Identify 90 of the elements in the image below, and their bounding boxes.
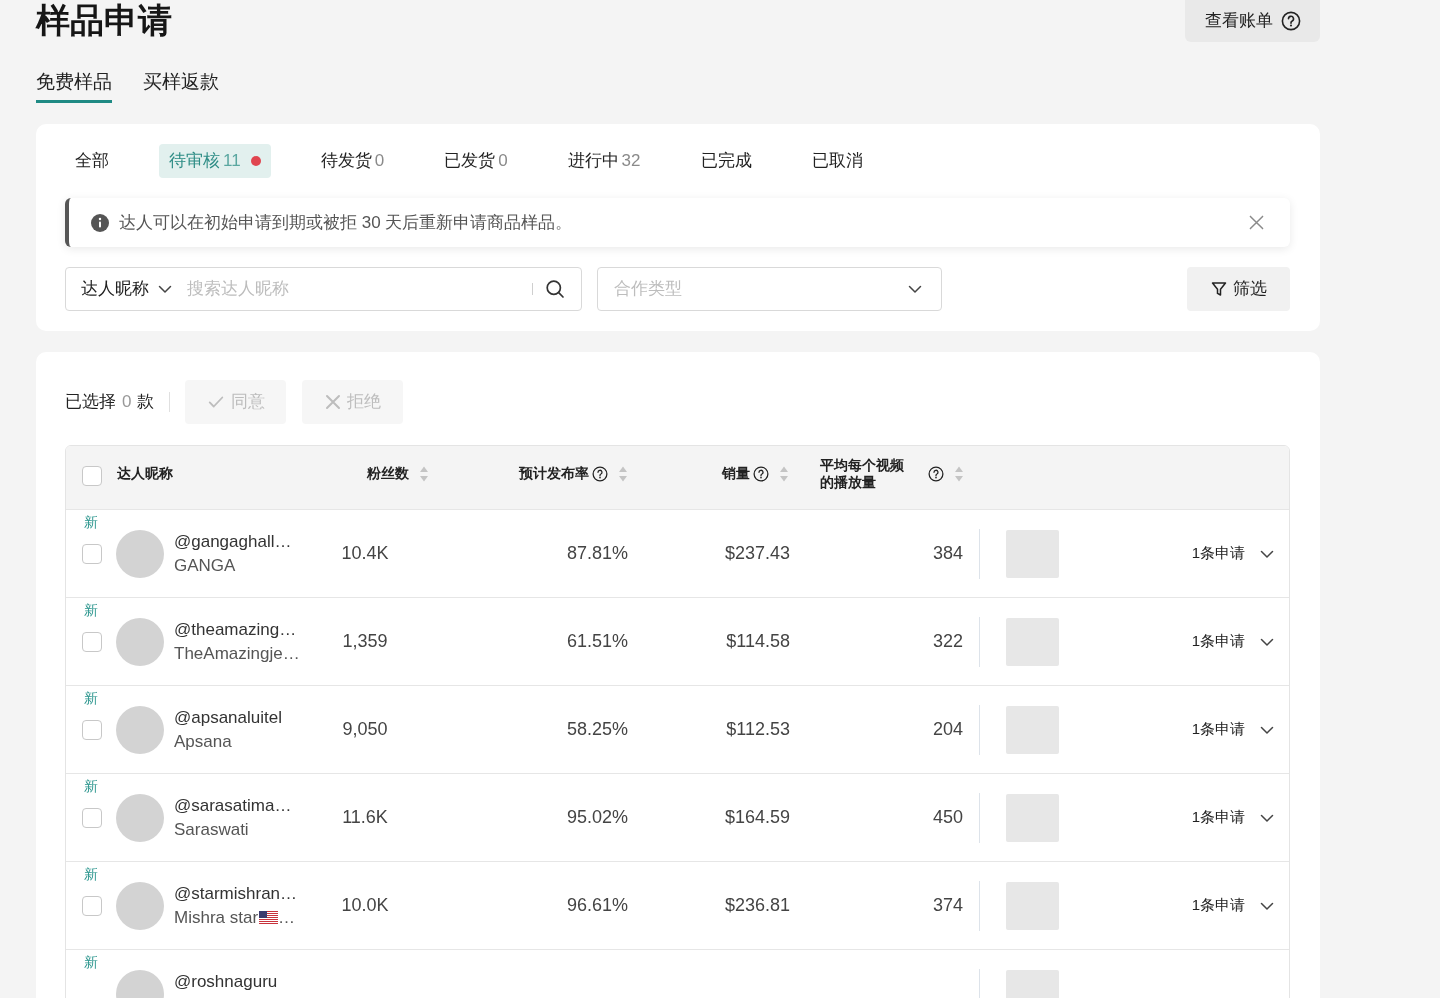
scope-dropdown[interactable]: 达人昵称 <box>81 276 173 302</box>
notice-text: 达人可以在初始申请到期或被拒 30 天后重新申请商品样品。 <box>119 211 574 234</box>
status-tab[interactable]: 待审核 11 <box>159 144 271 178</box>
sales-amount: $164.59 <box>724 807 790 827</box>
filter-icon <box>1210 281 1227 297</box>
requests-toggle[interactable]: 1条申请 <box>1191 718 1275 741</box>
post-rate: 61.51% <box>566 631 628 651</box>
requests-toggle[interactable]: 1条申请 <box>1191 894 1275 917</box>
row-checkbox[interactable] <box>82 632 102 652</box>
info-icon <box>91 213 109 232</box>
status-tab[interactable]: 进行中 32 <box>557 144 651 178</box>
followers-count: 10.0K <box>341 895 389 915</box>
sort-icon[interactable] <box>954 464 964 483</box>
column-header: 平均每个视频的播放量 <box>820 456 905 491</box>
help-icon <box>1280 11 1301 31</box>
main-tab[interactable]: 买样返款 <box>143 62 219 103</box>
select-all-checkbox[interactable] <box>82 465 102 486</box>
followers-count: 11.6K <box>342 807 388 827</box>
product-photo-placeholder <box>1006 617 1059 666</box>
sort-icon[interactable] <box>419 464 429 483</box>
close-icon[interactable] <box>1249 215 1264 230</box>
column-header: 预计发布率 <box>519 465 589 482</box>
row-checkbox[interactable] <box>82 808 102 828</box>
post-rate: 87.81% <box>566 543 628 563</box>
requests-toggle[interactable]: 1条申请 <box>1191 542 1275 565</box>
requests-toggle[interactable]: 1条申请 <box>1191 806 1275 829</box>
avatar-placeholder <box>116 793 164 842</box>
new-tag: 新 <box>84 601 109 619</box>
sales-amount: $236.81 <box>724 895 790 915</box>
sales-amount: $112.53 <box>726 719 790 739</box>
average-views: 384 <box>932 543 963 563</box>
avatar-placeholder <box>116 617 164 666</box>
new-tag: 新 <box>84 689 109 707</box>
new-tag: 新 <box>84 953 109 971</box>
creator-handle[interactable]: @roshnaguru <box>174 969 278 994</box>
product-photo-placeholder <box>1006 705 1059 754</box>
filter-button[interactable]: 筛选 <box>1187 267 1290 311</box>
followers-count: 9,050 <box>342 719 388 739</box>
status-tab[interactable]: 已发货 0 <box>434 144 518 178</box>
status-tab[interactable]: 已完成 <box>690 144 762 178</box>
new-tag: 新 <box>84 513 109 531</box>
creator-name: Mishra star <box>174 906 259 929</box>
column-header: 销量 <box>722 465 750 482</box>
status-tab[interactable]: 已取消 <box>801 144 873 178</box>
main-tab[interactable]: 免费样品 <box>36 62 112 103</box>
status-tab[interactable]: 全部 <box>65 144 119 178</box>
post-rate: 58.25% <box>566 719 628 739</box>
creator-handle[interactable]: @theamazing… <box>174 617 300 642</box>
post-rate: 96.61% <box>566 895 628 915</box>
cross-icon <box>324 394 341 410</box>
average-views: 374 <box>932 895 963 915</box>
sales-amount: $114.58 <box>726 631 790 651</box>
creator-handle[interactable]: @apsanaluitel <box>174 705 282 730</box>
post-rate: 95.02% <box>566 807 628 827</box>
product-photo-placeholder <box>1006 793 1059 842</box>
avatar-placeholder <box>116 881 164 930</box>
avatar-placeholder <box>116 705 164 754</box>
billing-button[interactable]: 查看账单 <box>1185 0 1320 42</box>
search-icon[interactable] <box>545 279 565 299</box>
product-photo-placeholder <box>1006 881 1059 930</box>
ellipsis-text: … <box>278 906 296 929</box>
search-bar[interactable]: 达人昵称 搜索达人昵称 <box>65 267 582 311</box>
creator-handle[interactable]: @starmishran… <box>174 881 298 906</box>
sort-icon[interactable] <box>618 464 628 483</box>
followers-count: 1,359 <box>342 631 388 651</box>
creator-handle[interactable]: @gangaghall… <box>174 529 292 554</box>
creator-name: GANGA <box>174 554 236 577</box>
column-header: 达人昵称 <box>117 465 173 482</box>
creator-handle[interactable]: @sarasatima… <box>174 793 292 818</box>
row-checkbox[interactable] <box>82 896 102 916</box>
average-views: 204 <box>932 719 963 739</box>
row-checkbox[interactable] <box>82 544 102 564</box>
column-header: 粉丝数 <box>367 465 409 482</box>
page-title: 样品申请 <box>36 0 172 40</box>
new-tag: 新 <box>84 777 109 795</box>
sales-amount: $237.43 <box>724 543 790 563</box>
status-tab[interactable]: 待发货 0 <box>310 144 395 178</box>
average-views: 450 <box>932 807 963 827</box>
followers-count: 10.4K <box>341 543 389 563</box>
avatar-placeholder <box>116 529 164 578</box>
creator-name: TheAmazingje… <box>174 642 300 665</box>
sort-icon[interactable] <box>779 464 789 483</box>
creator-name: Saraswati <box>174 818 249 841</box>
selection-count-text: 已选择 0 款 <box>65 391 155 414</box>
new-tag: 新 <box>84 865 109 883</box>
average-views: 322 <box>932 631 963 651</box>
creator-name: Apsana <box>174 730 232 753</box>
row-checkbox[interactable] <box>82 720 102 740</box>
requests-toggle[interactable]: 1条申请 <box>1191 630 1275 653</box>
product-photo-placeholder <box>1006 529 1059 578</box>
